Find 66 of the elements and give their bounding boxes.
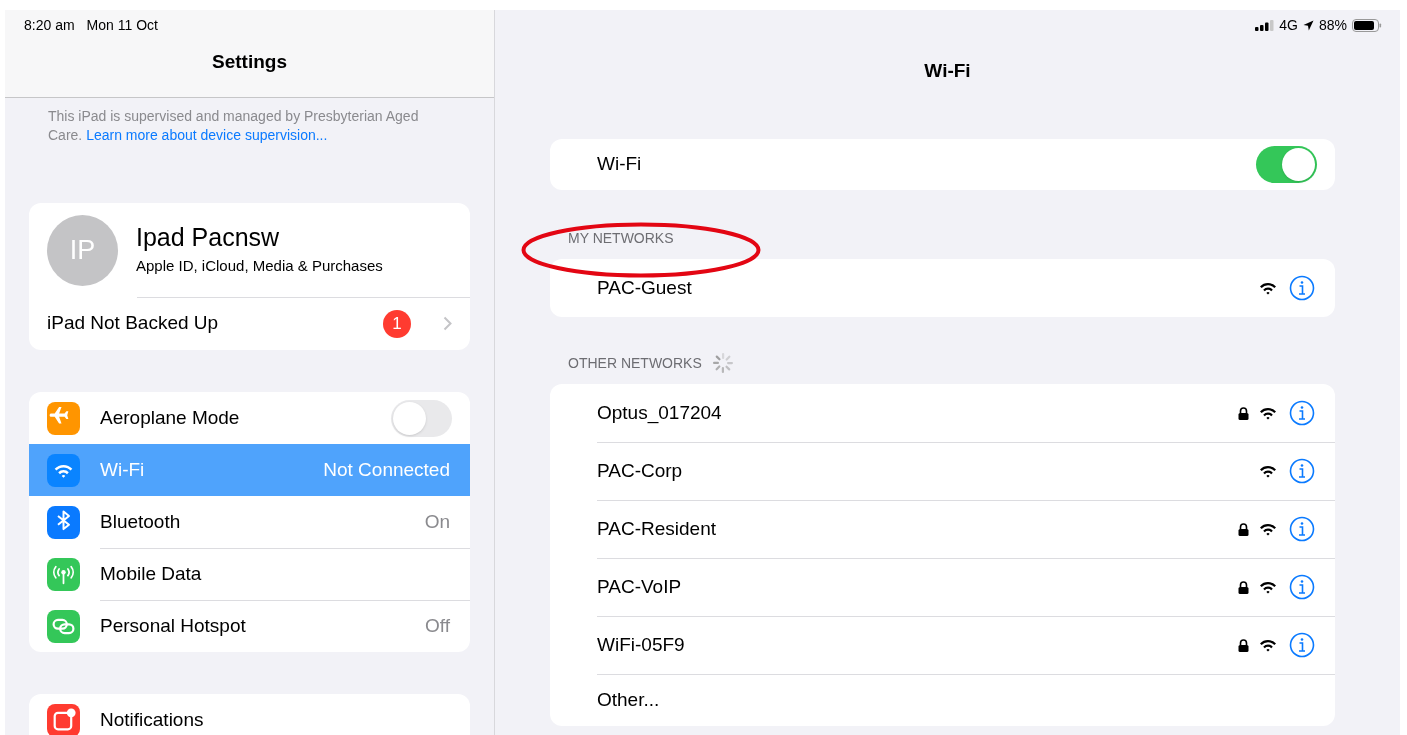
network-row[interactable]: PAC-VoIP [550, 558, 1335, 616]
info-icon[interactable] [1289, 275, 1315, 301]
toggle-switch[interactable] [391, 399, 452, 437]
setting-label: Aeroplane Mode [100, 405, 241, 430]
network-row[interactable]: PAC-Guest [550, 259, 1335, 317]
wifi-signal-icon [1259, 406, 1277, 420]
setting-label: Bluetooth [100, 509, 182, 534]
supervision-note: This iPad is supervised and managed by Presbyterian Aged Care. Learn more about device supervision... [48, 107, 420, 145]
loading-spinner-icon [711, 352, 734, 374]
battery-icon [1352, 19, 1382, 32]
lock-icon [1238, 580, 1249, 594]
lock-icon [1238, 638, 1249, 652]
setting-value: Not Connected [323, 457, 450, 482]
info-icon[interactable] [1289, 574, 1315, 600]
lock-icon [1238, 406, 1249, 420]
info-icon[interactable] [1289, 400, 1315, 426]
toggle-switch[interactable] [1256, 146, 1317, 183]
setting-label: Wi-Fi [100, 457, 146, 482]
page-title: Wi-Fi [924, 59, 971, 83]
network-row[interactable]: WiFi-05F9 [550, 616, 1335, 674]
setting-label: Mobile Data [100, 561, 203, 586]
battery-percent: 88% [1318, 16, 1347, 35]
network-row[interactable]: PAC-Corp [550, 442, 1335, 500]
setting-label: Notifications [100, 707, 205, 732]
wifi-signal-icon [1259, 281, 1277, 295]
network-row[interactable]: PAC-Resident [550, 500, 1335, 558]
settings-row[interactable]: Mobile Data [29, 548, 470, 600]
info-icon[interactable] [1289, 458, 1315, 484]
wifi-signal-icon [1259, 464, 1277, 478]
sidebar-title: Settings [212, 50, 287, 74]
network-name: PAC-Guest [597, 275, 693, 300]
network-name: Optus_017204 [597, 400, 723, 426]
setting-value: Off [425, 613, 450, 638]
settings-row[interactable]: Personal Hotspot Off [29, 600, 470, 652]
info-icon[interactable] [1289, 516, 1315, 542]
network-row[interactable]: Optus_017204 [550, 384, 1335, 442]
section-heading: OTHER NETWORKS [568, 353, 702, 373]
setting-value: On [424, 509, 450, 534]
settings-row[interactable]: Notifications [29, 694, 470, 735]
location-arrow-icon [1302, 20, 1314, 31]
info-icon[interactable] [1289, 632, 1315, 658]
wifi-signal-icon [1259, 638, 1277, 652]
profile-name: Ipad Pacnsw [136, 222, 281, 253]
status-time: 8:20 am [24, 16, 75, 35]
wifi-signal-icon [1259, 522, 1277, 536]
network-name: PAC-VoIP [597, 574, 683, 599]
other-network-label: Other... [597, 687, 660, 712]
network-name: PAC-Resident [597, 516, 717, 541]
signal-icon [1255, 20, 1275, 31]
settings-row[interactable]: Aeroplane Mode [29, 392, 470, 444]
notification-badge: 1 [383, 309, 411, 338]
network-name: PAC-Corp [597, 458, 684, 483]
lock-icon [1238, 522, 1249, 536]
avatar: IP [47, 214, 118, 286]
backup-label: iPad Not Backed Up [47, 311, 220, 336]
network-name: WiFi-05F9 [597, 632, 686, 657]
section-heading: MY NETWORKS [568, 228, 674, 248]
setting-label: Personal Hotspot [100, 613, 247, 638]
profile-subtitle: Apple ID, iCloud, Media & Purchases [136, 256, 383, 277]
status-date: Mon 11 Oct [86, 16, 158, 35]
wifi-label: Wi-Fi [597, 152, 643, 177]
network-type: 4G [1279, 16, 1298, 35]
learn-more-link[interactable]: Learn more about device supervision... [86, 127, 328, 143]
network-row[interactable]: Other... [550, 674, 1335, 726]
settings-row[interactable]: Bluetooth On [29, 496, 470, 548]
wifi-signal-icon [1259, 580, 1277, 594]
